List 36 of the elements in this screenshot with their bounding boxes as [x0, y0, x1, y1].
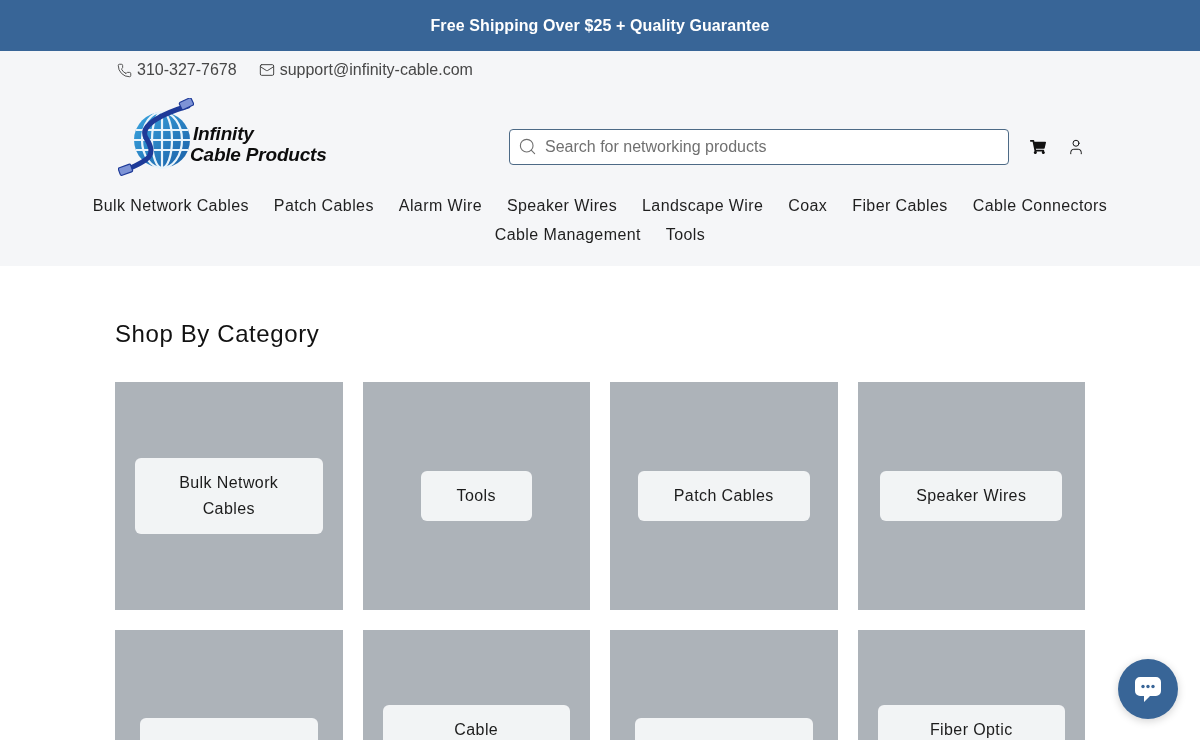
- logo-text[interactable]: Cable Products: [190, 144, 327, 165]
- category-card[interactable]: Bulk Network Cables: [115, 382, 343, 610]
- category-label: Speaker Wires: [880, 470, 1063, 521]
- nav-link[interactable]: Landscape Wire: [642, 196, 764, 216]
- nav-link[interactable]: Cable Connectors: [972, 196, 1108, 216]
- logo-text[interactable]: Infinity: [193, 123, 254, 144]
- category-card[interactable]: Speaker Wires: [857, 382, 1085, 610]
- chat-bubble-icon[interactable]: [1133, 674, 1163, 704]
- email-link[interactable]: support@infinity-cable.com: [279, 59, 473, 81]
- mail-icon: [258, 62, 275, 78]
- section-heading: Shop By Category: [115, 319, 320, 349]
- phone-number[interactable]: 310-327-7678: [137, 59, 237, 81]
- phone-icon: [117, 62, 132, 78]
- nav-link[interactable]: Patch Cables: [273, 196, 374, 216]
- nav-link[interactable]: Fiber Cables: [852, 196, 948, 216]
- announcement-text: Free Shipping Over $25 + Quality Guarantee: [430, 16, 770, 35]
- category-card[interactable]: Tools: [362, 382, 590, 610]
- search-icon: [518, 136, 537, 156]
- cart-icon: [1030, 138, 1046, 155]
- nav-link[interactable]: Speaker Wires: [506, 196, 618, 216]
- category-card[interactable]: Cable: [362, 629, 590, 740]
- nav-link[interactable]: Tools: [665, 225, 706, 245]
- category-label: Cable: [382, 705, 570, 740]
- nav-link[interactable]: Alarm Wire: [398, 196, 482, 216]
- nav-link[interactable]: Cable Management: [494, 225, 641, 245]
- user-icon: [1067, 137, 1085, 156]
- nav-link[interactable]: Coax: [788, 196, 828, 216]
- category-card[interactable]: Patch Cables: [610, 382, 838, 610]
- nav-link[interactable]: Bulk Network Cables: [92, 196, 249, 216]
- category-label: Bulk Network Cables: [135, 457, 323, 534]
- category-card[interactable]: Fiber Optic: [857, 629, 1085, 740]
- category-label: Patch Cables: [637, 470, 810, 521]
- chat-button[interactable]: [1118, 659, 1178, 719]
- category-label: Fiber Optic: [877, 705, 1065, 740]
- category-label: Tools: [420, 470, 532, 521]
- search-field[interactable]: Search for networking products: [509, 128, 1009, 165]
